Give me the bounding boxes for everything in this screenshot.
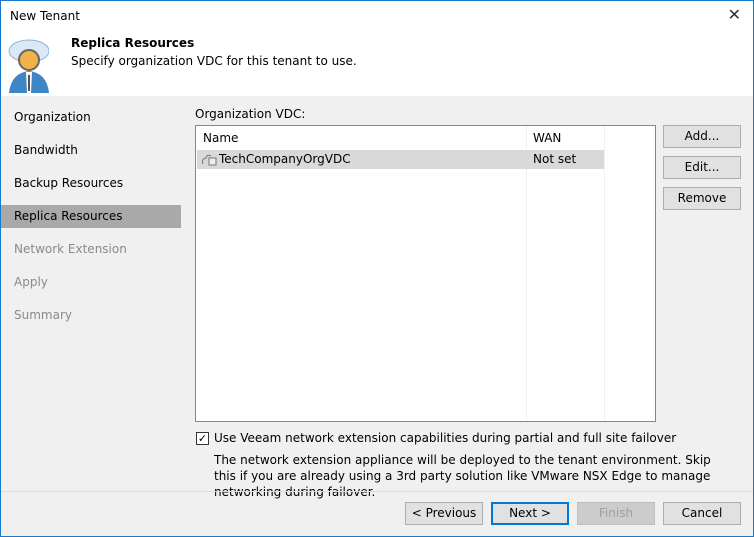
step-backup-resources[interactable]: Backup Resources (1, 172, 181, 195)
window-title: New Tenant (10, 9, 80, 23)
step-bandwidth[interactable]: Bandwidth (1, 139, 181, 162)
step-network-extension: Network Extension (14, 242, 127, 256)
column-divider (526, 126, 527, 421)
edit-button[interactable]: Edit... (663, 156, 741, 179)
page-title: Replica Resources (71, 36, 195, 50)
wizard-steps: Organization Bandwidth Backup Resources … (1, 96, 181, 491)
column-header-name[interactable]: Name (203, 131, 238, 145)
next-button[interactable]: Next > (491, 502, 569, 525)
step-organization[interactable]: Organization (1, 106, 181, 129)
org-vdc-label: Organization VDC: (195, 107, 306, 121)
step-summary: Summary (14, 308, 72, 322)
remove-button[interactable]: Remove (663, 187, 741, 210)
network-extension-label[interactable]: Use Veeam network extension capabilities… (214, 431, 676, 445)
page-subtitle: Specify organization VDC for this tenant… (71, 54, 357, 68)
previous-button[interactable]: < Previous (405, 502, 483, 525)
column-divider (604, 126, 605, 421)
network-extension-checkbox[interactable]: ✓ (196, 432, 209, 445)
tenant-icon (8, 39, 49, 93)
finish-button: Finish (577, 502, 655, 525)
cancel-button[interactable]: Cancel (663, 502, 741, 525)
vdc-wan: Not set (533, 152, 577, 166)
step-replica-resources[interactable]: Replica Resources (1, 205, 181, 228)
close-icon[interactable]: ✕ (728, 5, 741, 24)
column-header-wan[interactable]: WAN (533, 131, 561, 145)
add-button[interactable]: Add... (663, 125, 741, 148)
org-vdc-icon (201, 154, 217, 166)
wizard-header: Replica Resources Specify organization V… (1, 31, 753, 96)
footer-divider (1, 491, 753, 492)
title-bar: New Tenant ✕ (1, 1, 753, 31)
network-extension-description: The network extension appliance will be … (214, 453, 711, 499)
org-vdc-list[interactable]: Name WAN TechCompanyOrgVDC Not set (195, 125, 656, 422)
new-tenant-window: New Tenant ✕ Replica Resources Specify o… (0, 0, 754, 537)
vdc-name: TechCompanyOrgVDC (219, 152, 351, 166)
step-apply: Apply (14, 275, 48, 289)
table-row[interactable]: TechCompanyOrgVDC Not set (197, 150, 604, 169)
